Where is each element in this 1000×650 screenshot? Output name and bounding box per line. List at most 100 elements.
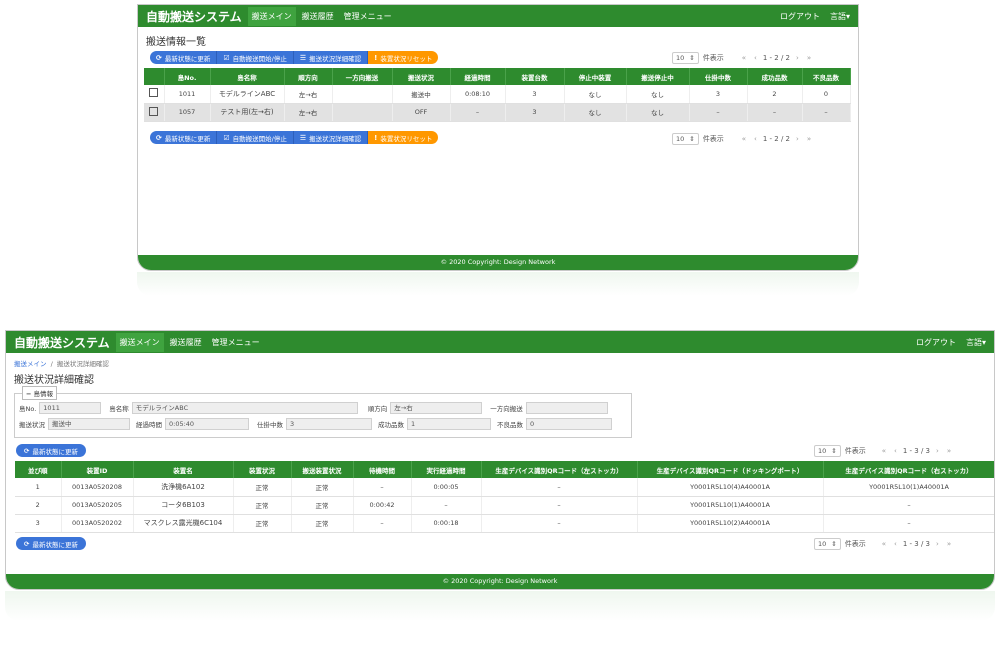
column-header[interactable]: 島No.: [164, 68, 211, 85]
page-size-select[interactable]: 10 ⇕: [672, 133, 699, 145]
column-header[interactable]: 経過時間: [450, 68, 506, 85]
last-page-icon[interactable]: »: [805, 135, 813, 143]
last-page-icon[interactable]: »: [945, 540, 953, 548]
table-row[interactable]: 3 0013A0520202 マスクレス露光機6C104 正常 正常 – 0:0…: [15, 514, 994, 533]
column-header[interactable]: 成功品数: [747, 68, 803, 85]
logout-link[interactable]: ログアウト: [916, 337, 956, 348]
button-label: 最新状態に更新: [32, 447, 78, 456]
first-page-icon[interactable]: «: [740, 54, 748, 62]
table-row[interactable]: 1 0013A0520208 洗浄機6A102 正常 正常 – 0:00:05 …: [15, 478, 994, 497]
table-row[interactable]: 2 0013A0520205 コータ6B103 正常 正常 0:00:42 – …: [15, 496, 994, 515]
nav-main[interactable]: 搬送メイン: [115, 332, 164, 352]
nav-history[interactable]: 搬送履歴: [298, 7, 338, 26]
table-row[interactable]: 1057 テスト用(左→右) 左→右 OFF – 3 なし なし – – –: [144, 103, 851, 122]
table-cell: なし: [626, 85, 690, 104]
column-header[interactable]: 装置状況: [233, 461, 292, 478]
column-header[interactable]: 島名称: [210, 68, 285, 85]
next-page-icon[interactable]: ›: [934, 540, 941, 548]
table-cell: 0:00:05: [411, 478, 482, 497]
page-size-select[interactable]: 10 ⇕: [814, 445, 841, 457]
collapse-icon: −: [26, 390, 32, 398]
row-checkbox[interactable]: [149, 106, 159, 116]
refresh-icon: ⟳: [156, 53, 162, 62]
island-info-legend[interactable]: − 島情報: [22, 386, 57, 400]
column-header[interactable]: 停止中装置: [564, 68, 627, 85]
elapsed-label: 経過時間: [136, 421, 162, 429]
column-header[interactable]: 実行経過時間: [411, 461, 482, 478]
page-size-select[interactable]: 10 ⇕: [672, 52, 699, 64]
column-header[interactable]: 搬送停止中: [626, 68, 690, 85]
prev-page-icon[interactable]: ‹: [752, 54, 759, 62]
island-no-label: 島No.: [19, 405, 37, 413]
column-header[interactable]: 不良品数: [802, 68, 851, 85]
column-header[interactable]: 生産デバイス識別QRコード（ドッキングポート）: [637, 461, 824, 478]
next-page-icon[interactable]: ›: [794, 135, 801, 143]
refresh-icon: ⟳: [24, 446, 30, 455]
device-reset-button[interactable]: ! 装置状況リセット: [368, 131, 439, 144]
nav-admin-menu[interactable]: 管理メニュー: [340, 7, 396, 26]
table-cell: 3: [505, 85, 565, 104]
per-page-label: 件表示: [844, 540, 866, 548]
page-title: 搬送状況詳細確認: [14, 375, 94, 386]
prev-page-icon[interactable]: ‹: [892, 540, 899, 548]
column-header[interactable]: 仕掛中数: [689, 68, 748, 85]
pager-bottom: 10 ⇕ 件表示 « ‹ 1 - 2 / 2 › »: [672, 133, 813, 145]
column-header[interactable]: 装置名: [133, 461, 234, 478]
column-header[interactable]: 待機時間: [353, 461, 412, 478]
column-header[interactable]: 搬送装置状況: [291, 461, 354, 478]
refresh-button[interactable]: ⟳ 最新状態に更新: [150, 131, 218, 144]
navbar: 自動搬送システム 搬送メイン 搬送履歴 管理メニュー ログアウト 言語▾: [6, 331, 994, 353]
logout-link[interactable]: ログアウト: [780, 11, 820, 22]
table-cell: –: [689, 103, 748, 122]
column-header[interactable]: 並び順: [15, 461, 62, 478]
refresh-button[interactable]: ⟳ 最新状態に更新: [150, 51, 218, 64]
table-header-row: 島No. 島名称 順方向 一方向搬送 搬送状況 経過時間 装置台数 停止中装置 …: [144, 68, 851, 85]
column-header[interactable]: 順方向: [284, 68, 333, 85]
first-page-icon[interactable]: «: [880, 540, 888, 548]
next-page-icon[interactable]: ›: [794, 54, 801, 62]
table-cell: 左→右: [284, 85, 333, 104]
window-reflection: [5, 591, 995, 621]
device-reset-button[interactable]: ! 装置状況リセット: [368, 51, 439, 64]
table-cell: Y0001R5L10(1)A40001A: [823, 478, 994, 497]
page-size-value: 10: [818, 447, 827, 455]
last-page-icon[interactable]: »: [945, 447, 953, 455]
language-menu[interactable]: 言語▾: [966, 337, 986, 348]
column-header[interactable]: 生産デバイス識別QRコード（左ストッカ）: [481, 461, 638, 478]
table-row[interactable]: 1011 モデルラインABC 左→右 搬送中 0:08:10 3 なし なし 3…: [144, 85, 851, 104]
per-page-label: 件表示: [844, 447, 866, 455]
row-checkbox[interactable]: [149, 88, 159, 98]
column-header[interactable]: 装置台数: [505, 68, 565, 85]
nav-main[interactable]: 搬送メイン: [247, 6, 296, 26]
auto-transfer-toggle-button[interactable]: ☑ 自動搬送開始/停止: [217, 51, 294, 64]
language-menu[interactable]: 言語▾: [830, 11, 850, 22]
transfer-detail-button[interactable]: ☰ 搬送状況詳細確認: [293, 131, 369, 144]
nav-admin-menu[interactable]: 管理メニュー: [208, 333, 264, 352]
column-header[interactable]: 一方向搬送: [332, 68, 393, 85]
refresh-button[interactable]: ⟳ 最新状態に更新: [16, 444, 86, 457]
first-page-icon[interactable]: «: [740, 135, 748, 143]
column-header[interactable]: 装置ID: [61, 461, 134, 478]
nav-history[interactable]: 搬送履歴: [166, 333, 206, 352]
table-cell: コータ6B103: [133, 496, 234, 515]
column-header[interactable]: 生産デバイス識別QRコード（右ストッカ）: [823, 461, 994, 478]
next-page-icon[interactable]: ›: [934, 447, 941, 455]
prev-page-icon[interactable]: ‹: [752, 135, 759, 143]
prev-page-icon[interactable]: ‹: [892, 447, 899, 455]
table-cell: 3: [689, 85, 748, 104]
last-page-icon[interactable]: »: [805, 54, 813, 62]
refresh-button[interactable]: ⟳ 最新状態に更新: [16, 537, 86, 550]
table-cell: –: [481, 514, 638, 533]
transfer-detail-button[interactable]: ☰ 搬送状況詳細確認: [293, 51, 369, 64]
table-cell: OFF: [392, 103, 451, 122]
first-page-icon[interactable]: «: [880, 447, 888, 455]
table-cell: 洗浄機6A102: [133, 478, 234, 497]
column-header[interactable]: 搬送状況: [392, 68, 451, 85]
checkbox-icon: ☑: [223, 133, 230, 142]
auto-transfer-toggle-button[interactable]: ☑ 自動搬送開始/停止: [217, 131, 294, 144]
button-label: 搬送状況詳細確認: [309, 54, 362, 63]
table-cell: –: [802, 103, 851, 122]
page-size-select[interactable]: 10 ⇕: [814, 538, 841, 550]
breadcrumb-link-main[interactable]: 搬送メイン: [14, 360, 47, 368]
table-cell: なし: [626, 103, 690, 122]
